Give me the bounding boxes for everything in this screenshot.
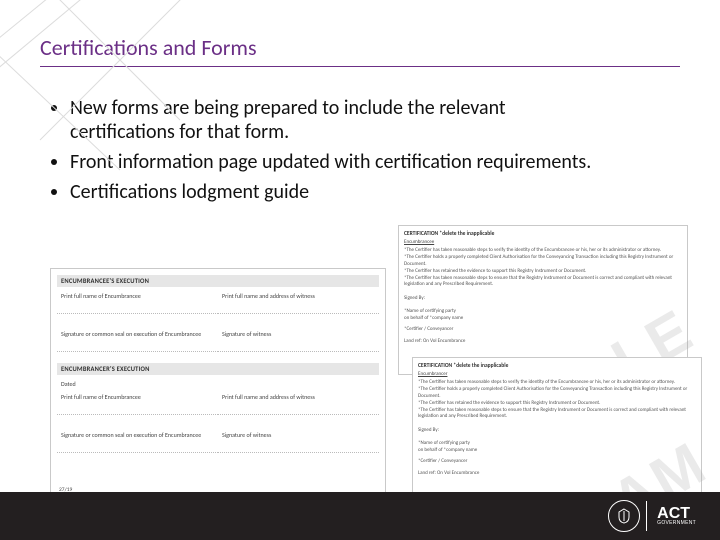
cert-signed: Signed By: xyxy=(418,427,696,433)
cert-line: *The Certifier has taken reasonable step… xyxy=(404,275,682,288)
slide: Certifications and Forms New forms are b… xyxy=(0,0,720,540)
cert-line: *The Certifier has taken reasonable step… xyxy=(404,247,682,253)
sample-cert-b: CERTIFICATION *delete the inapplicable E… xyxy=(412,357,702,512)
form-label: Signature or common seal on execution of… xyxy=(57,430,218,440)
cert-who: *Certifier / Conveyancer xyxy=(418,458,696,464)
cert-behalf: on behalf of *company name xyxy=(418,447,696,453)
cert-land: Land ref: On Vol Encumbrance xyxy=(418,470,696,476)
cert-subhead: Encumbrancee xyxy=(404,239,682,245)
cert-behalf: on behalf of *company name xyxy=(404,315,682,321)
form-label: Signature of witness xyxy=(218,430,379,440)
form-label: Signature of witness xyxy=(218,329,379,339)
act-logo-subtext: GOVERNMENT xyxy=(657,521,696,526)
act-government-logo: ACT GOVERNMENT xyxy=(608,500,696,532)
form-section-title: ENCUMBRANCEE'S EXECUTION xyxy=(57,275,379,287)
cert-line: *The Certifier has taken reasonable step… xyxy=(418,407,696,420)
cert-land: Land ref: On Vol Encumbrance xyxy=(404,338,682,344)
form-label: Dated xyxy=(57,379,218,389)
cert-heading: CERTIFICATION *delete the inapplicable xyxy=(404,231,682,237)
cert-line: *The Certifier has retained the evidence… xyxy=(404,268,682,274)
decorative-lines xyxy=(0,0,260,140)
sample-cert-a: CERTIFICATION *delete the inapplicable E… xyxy=(398,225,688,375)
cert-subhead: Encumbrancer xyxy=(418,371,696,377)
footer-bar: ACT GOVERNMENT xyxy=(0,492,720,540)
cert-name-of: *Name of certifying party xyxy=(404,308,682,314)
cert-who: *Certifier / Conveyancer xyxy=(404,326,682,332)
form-label: Print full name and address of witness xyxy=(218,392,379,402)
cert-line: *The Certifier holds a properly complete… xyxy=(418,386,696,399)
act-logo-text: ACT GOVERNMENT xyxy=(657,507,696,526)
bullet-item: Front information page updated with cert… xyxy=(70,150,610,174)
sample-form-left: ENCUMBRANCEE'S EXECUTION Print full name… xyxy=(50,268,386,498)
cert-line: *The Certifier holds a properly complete… xyxy=(404,254,682,267)
cert-signed: Signed By: xyxy=(404,295,682,301)
form-label: Print full name of Encumbrancee xyxy=(57,392,218,402)
bullet-item: Certifications lodgment guide xyxy=(70,180,610,204)
cert-heading: CERTIFICATION *delete the inapplicable xyxy=(418,363,696,369)
form-label: Signature or common seal on execution of… xyxy=(57,329,218,339)
cert-name-of: *Name of certifying party xyxy=(418,440,696,446)
crest-icon xyxy=(608,500,640,532)
cert-line: *The Certifier has retained the evidence… xyxy=(418,400,696,406)
form-label: Print full name of Encumbrancee xyxy=(57,291,218,301)
form-section-title: ENCUMBRANCER'S EXECUTION xyxy=(57,363,379,375)
form-label: Print full name and address of witness xyxy=(218,291,379,301)
cert-line: *The Certifier has taken reasonable step… xyxy=(418,379,696,385)
